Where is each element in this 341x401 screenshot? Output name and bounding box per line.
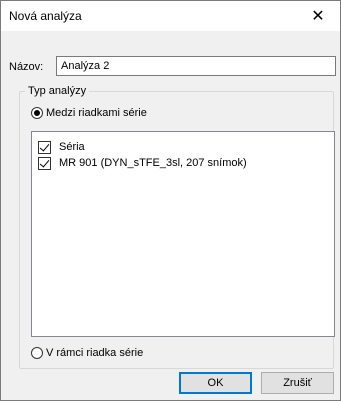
radio-between-rows-label: Medzi riadkami série bbox=[46, 107, 147, 119]
radio-within-row-label: V rámci riadka série bbox=[46, 347, 144, 359]
close-button[interactable]: ✕ bbox=[296, 1, 340, 31]
checkbox-checked-icon[interactable] bbox=[38, 156, 51, 170]
analysis-type-legend: Typ analýzy bbox=[25, 85, 90, 97]
radio-selected-icon bbox=[31, 107, 43, 119]
cancel-button[interactable]: Zrušiť bbox=[261, 372, 334, 394]
list-item[interactable]: MR 901 (DYN_sTFE_3sl, 207 snímok) bbox=[38, 156, 247, 170]
radio-within-row[interactable]: V rámci riadka série bbox=[31, 347, 143, 359]
ok-button[interactable]: OK bbox=[179, 372, 252, 394]
list-item[interactable]: Séria bbox=[38, 140, 85, 154]
new-analysis-dialog: Nová analýza ✕ Názov: Typ analýzy Medzi … bbox=[0, 0, 341, 401]
checkbox-checked-icon[interactable] bbox=[38, 140, 51, 154]
list-item-label: MR 901 (DYN_sTFE_3sl, 207 snímok) bbox=[59, 157, 247, 169]
close-icon: ✕ bbox=[311, 8, 325, 25]
radio-between-rows[interactable]: Medzi riadkami série bbox=[31, 107, 147, 119]
name-input[interactable] bbox=[56, 56, 336, 76]
dialog-title: Nová analýza bbox=[9, 9, 82, 23]
series-list[interactable]: Séria MR 901 (DYN_sTFE_3sl, 207 snímok) bbox=[31, 131, 335, 337]
list-item-label: Séria bbox=[59, 141, 85, 153]
radio-unselected-icon bbox=[31, 347, 43, 359]
name-label: Názov: bbox=[9, 61, 44, 73]
title-bar: Nová analýza ✕ bbox=[1, 1, 340, 31]
